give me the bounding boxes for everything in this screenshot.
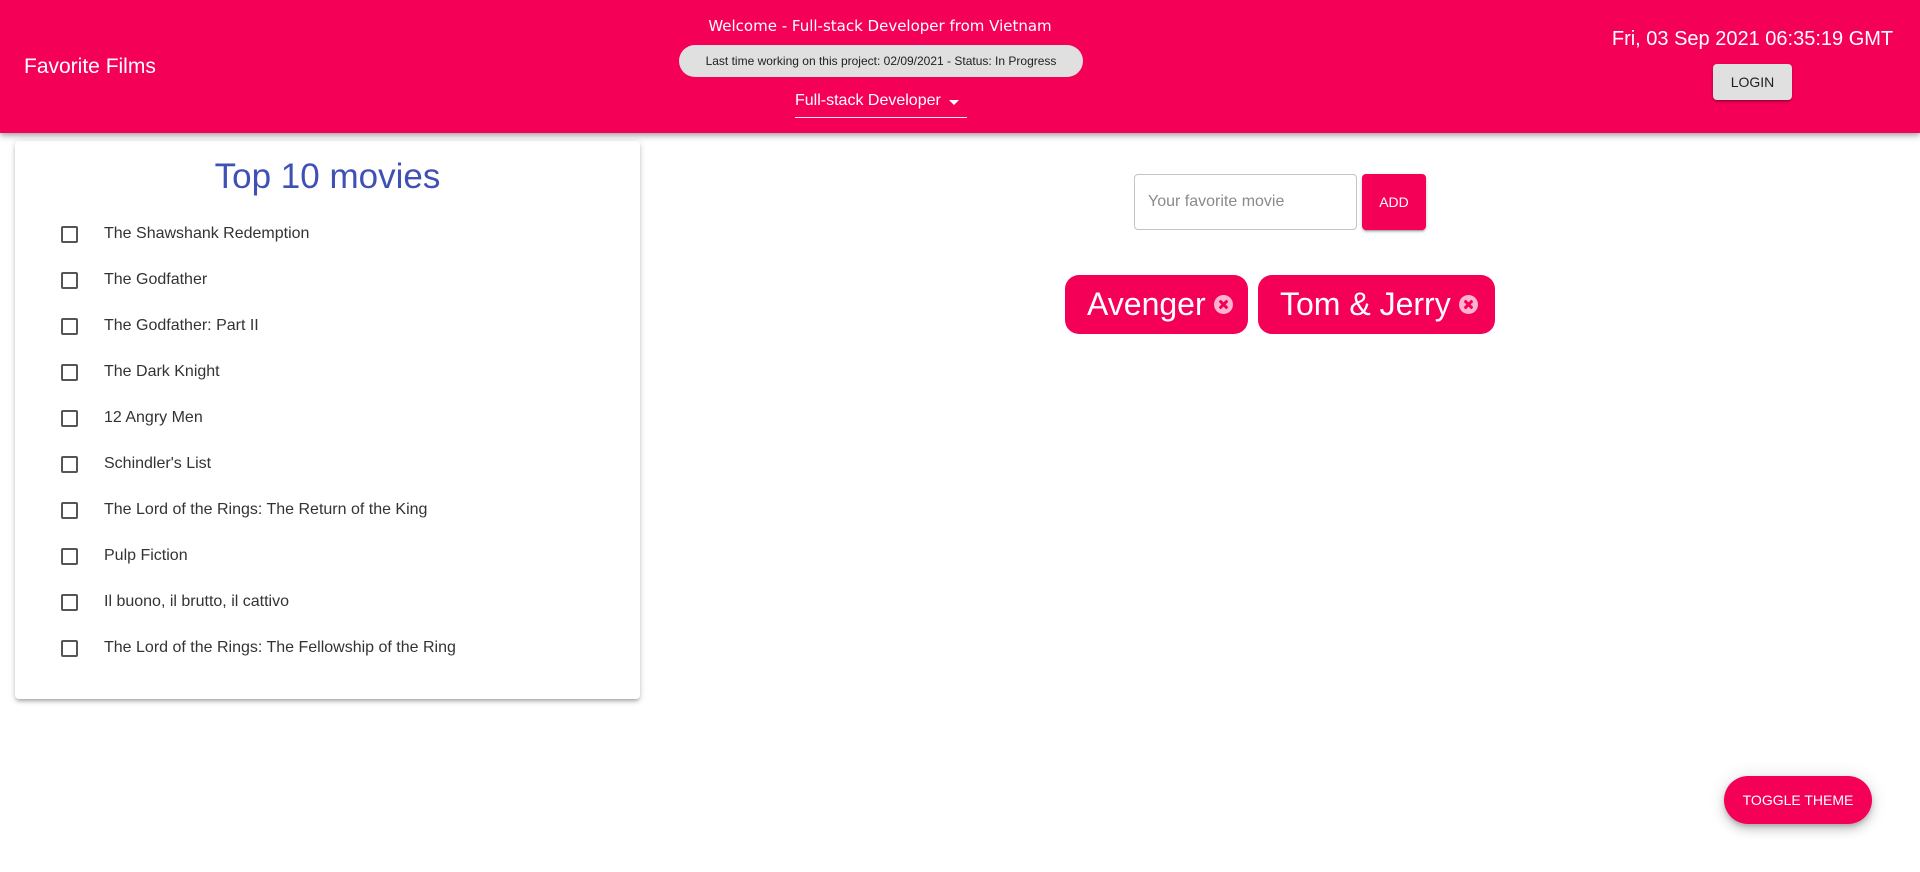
role-select[interactable]: Full-stack Developer [795, 88, 967, 118]
cancel-circle-icon[interactable] [1458, 295, 1478, 314]
favorite-chip-label: Avenger [1087, 286, 1206, 322]
movie-list-item[interactable]: The Shawshank Redemption [15, 211, 640, 257]
checkbox[interactable] [61, 548, 78, 565]
toggle-theme-button[interactable]: TOGGLE THEME [1724, 776, 1872, 824]
checkbox[interactable] [61, 410, 78, 427]
checkbox[interactable] [61, 640, 78, 657]
movie-list-item[interactable]: The Dark Knight [15, 349, 640, 395]
movie-list-item[interactable]: The Godfather: Part II [15, 303, 640, 349]
top-movies-title: Top 10 movies [214, 157, 441, 196]
movie-list: The Shawshank Redemption The Godfather T… [15, 211, 640, 671]
checkbox[interactable] [61, 318, 78, 335]
movie-label: 12 Angry Men [104, 409, 203, 426]
checkbox[interactable] [61, 226, 78, 243]
checkbox[interactable] [61, 364, 78, 381]
top-movies-card: Top 10 movies The Shawshank Redemption T… [15, 141, 640, 699]
welcome-text: Welcome - Full-stack Developer from Viet… [708, 17, 1052, 35]
favorite-chip-tom-and-jerry[interactable]: Tom & Jerry [1258, 275, 1495, 334]
movie-label: Pulp Fiction [104, 547, 188, 564]
movie-list-item[interactable]: 12 Angry Men [15, 395, 640, 441]
datetime-text: Fri, 03 Sep 2021 06:35:19 GMT [1611, 28, 1894, 50]
movie-list-item[interactable]: Il buono, il brutto, il cattivo [15, 579, 640, 625]
add-button[interactable]: ADD [1362, 174, 1426, 230]
favorite-chip-avenger[interactable]: Avenger [1065, 275, 1248, 334]
movie-label: The Godfather: Part II [104, 317, 259, 334]
movie-label: The Shawshank Redemption [104, 225, 310, 242]
status-chip: Last time working on this project: 02/09… [679, 45, 1083, 77]
movie-label: The Dark Knight [104, 363, 220, 380]
favorite-movie-input[interactable] [1134, 174, 1357, 230]
movie-list-item[interactable]: Pulp Fiction [15, 533, 640, 579]
checkbox[interactable] [61, 272, 78, 289]
movie-list-item[interactable]: The Godfather [15, 257, 640, 303]
movie-label: The Godfather [104, 271, 208, 288]
movie-label: The Lord of the Rings: The Return of the… [104, 501, 428, 518]
movie-label: Schindler's List [104, 455, 212, 472]
app-title: Favorite Films [24, 55, 156, 78]
movie-label: Il buono, il brutto, il cattivo [104, 593, 289, 610]
app-bar: Favorite Films Welcome - Full-stack Deve… [0, 0, 1920, 133]
checkbox[interactable] [61, 456, 78, 473]
movie-list-item[interactable]: The Lord of the Rings: The Return of the… [15, 487, 640, 533]
login-button[interactable]: LOGIN [1713, 64, 1792, 100]
movie-list-item[interactable]: Schindler's List [15, 441, 640, 487]
cancel-circle-icon[interactable] [1213, 295, 1233, 314]
checkbox[interactable] [61, 594, 78, 611]
favorite-chip-label: Tom & Jerry [1280, 286, 1451, 322]
caret-down-icon [949, 100, 959, 105]
movie-label: The Lord of the Rings: The Fellowship of… [104, 639, 456, 656]
checkbox[interactable] [61, 502, 78, 519]
role-select-value: Full-stack Developer [795, 92, 941, 109]
movie-list-item[interactable]: The Lord of the Rings: The Fellowship of… [15, 625, 640, 671]
